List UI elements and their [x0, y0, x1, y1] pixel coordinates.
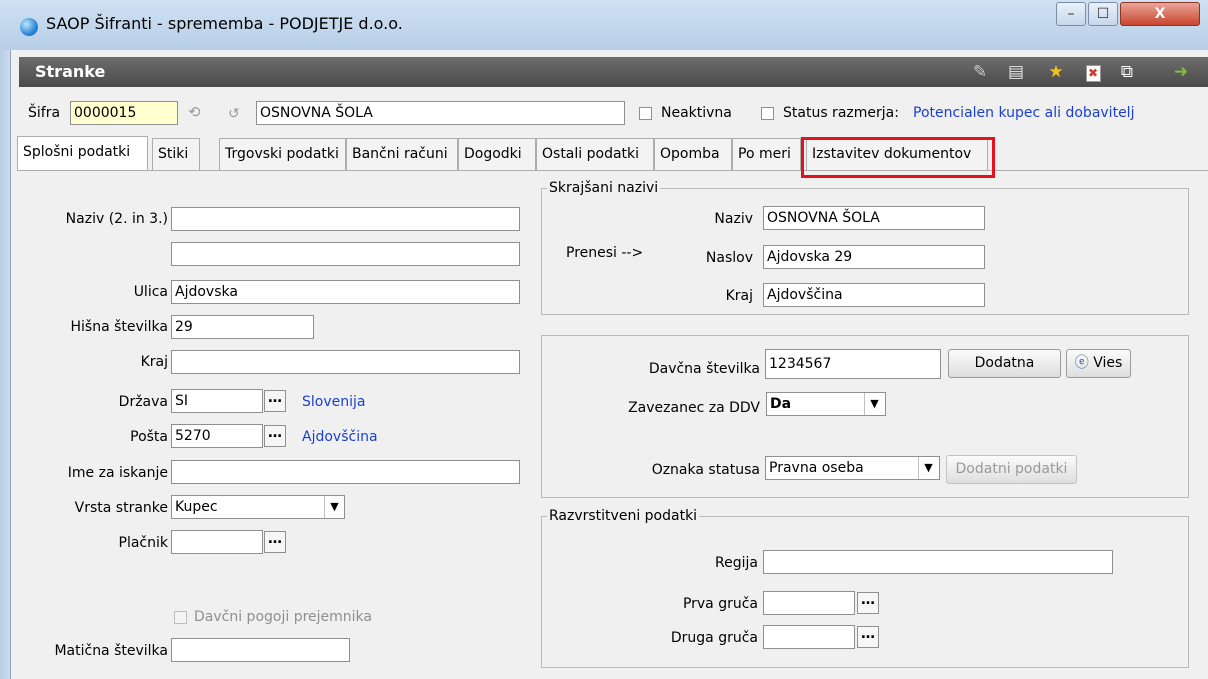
- oznaka-statusa-value: Pravna oseba: [769, 460, 864, 476]
- vies-label: Vies: [1093, 355, 1123, 371]
- placnik-label: Plačnik: [118, 535, 168, 551]
- sifra-input[interactable]: 0000015: [70, 101, 178, 125]
- skrajsani-naslov-input[interactable]: Ajdovska 29: [763, 245, 985, 269]
- ime-za-iskanje-input[interactable]: [171, 460, 520, 484]
- internet-explorer-icon: ⓔ: [1074, 355, 1089, 371]
- ulica-input[interactable]: Ajdovska: [171, 280, 520, 304]
- placnik-input[interactable]: [171, 530, 263, 554]
- ime-za-iskanje-label: Ime za iskanje: [67, 465, 168, 481]
- star-icon[interactable]: ★: [1045, 61, 1067, 83]
- tab-opomba[interactable]: Opomba: [654, 138, 732, 170]
- druga-gruca-lookup-button[interactable]: …: [857, 626, 879, 648]
- razvrstitveni-podatki-title: Razvrstitveni podatki: [547, 508, 700, 524]
- regija-input[interactable]: [763, 550, 1113, 574]
- close-button[interactable]: X: [1120, 2, 1200, 26]
- table-icon[interactable]: ▤: [1005, 61, 1027, 83]
- posta-name-link[interactable]: Ajdovščina: [302, 429, 378, 445]
- druga-gruca-input[interactable]: [763, 625, 855, 649]
- dodatna-button[interactable]: Dodatna: [948, 349, 1061, 378]
- naziv-label: Naziv (2. in 3.): [65, 211, 168, 227]
- dodatni-podatki-button[interactable]: Dodatni podatki: [946, 455, 1077, 484]
- tab-dogodki[interactable]: Dogodki: [458, 138, 536, 170]
- vrsta-stranke-label: Vrsta stranke: [74, 500, 168, 516]
- maticna-stevilka-input[interactable]: [171, 638, 350, 662]
- tab-bancni-racuni[interactable]: Bančni računi: [346, 138, 458, 170]
- ulica-label: Ulica: [133, 284, 168, 300]
- oznaka-statusa-label: Oznaka statusa: [651, 462, 760, 478]
- page-title: Stranke: [35, 62, 106, 81]
- skrajsani-kraj-input[interactable]: Ajdovščina: [763, 283, 985, 307]
- drzava-name-link[interactable]: Slovenija: [302, 394, 365, 410]
- chevron-down-icon[interactable]: ▼: [864, 393, 884, 415]
- davcni-pogoji-label: Davčni pogoji prejemnika: [194, 609, 372, 625]
- tab-ostali-podatki[interactable]: Ostali podatki: [536, 138, 654, 170]
- posta-input[interactable]: 5270: [171, 424, 263, 448]
- window-title: SAOP Šifranti - sprememba - PODJETJE d.o…: [46, 14, 403, 33]
- skrajsani-nazivi-title: Skrajšani nazivi: [547, 180, 661, 196]
- prenesi-button[interactable]: Prenesi -->: [566, 245, 643, 261]
- regija-label: Regija: [715, 555, 758, 571]
- naziv-input-1[interactable]: [171, 207, 520, 231]
- minimize-button[interactable]: –: [1056, 2, 1086, 26]
- status-razmerja-value[interactable]: Potencialen kupec ali dobavitelj: [913, 105, 1134, 121]
- delete-icon[interactable]: ✖: [1082, 61, 1104, 83]
- zavezanec-value: Da: [770, 396, 792, 412]
- exit-icon[interactable]: ➜: [1170, 61, 1192, 83]
- drzava-input[interactable]: SI: [171, 389, 263, 413]
- davcna-stevilka-label: Davčna številka: [648, 361, 760, 377]
- placnik-lookup-button[interactable]: …: [264, 531, 286, 553]
- chevron-down-icon[interactable]: ▼: [918, 457, 938, 479]
- posta-lookup-button[interactable]: …: [264, 425, 286, 447]
- drzava-lookup-button[interactable]: …: [264, 390, 286, 412]
- prva-gruca-label: Prva gruča: [682, 596, 758, 612]
- edit-icon[interactable]: ✎: [969, 61, 991, 83]
- skrajsani-naziv-label: Naziv: [714, 211, 753, 227]
- kraj-input[interactable]: [171, 350, 520, 374]
- vrsta-stranke-value: Kupec: [175, 499, 218, 515]
- prva-gruca-input[interactable]: [763, 591, 855, 615]
- davcni-pogoji-checkbox[interactable]: [174, 611, 187, 624]
- refresh-icon[interactable]: ⟲: [188, 103, 206, 123]
- druga-gruca-label: Druga gruča: [670, 630, 758, 646]
- copy-icon[interactable]: ⧉: [1116, 61, 1138, 83]
- drzava-label: Država: [118, 394, 168, 410]
- zavezanec-label: Zavezanec za DDV: [628, 400, 760, 416]
- skrajsani-naziv-input[interactable]: OSNOVNA ŠOLA: [763, 206, 985, 230]
- app-icon: [20, 18, 38, 36]
- hisna-stevilka-input[interactable]: 29: [171, 315, 314, 339]
- neaktivna-checkbox[interactable]: [639, 107, 652, 120]
- highlight-box: [801, 137, 995, 178]
- vies-button[interactable]: ⓔ Vies: [1066, 349, 1131, 378]
- skrajsani-kraj-label: Kraj: [725, 288, 753, 304]
- prva-gruca-lookup-button[interactable]: …: [857, 592, 879, 614]
- header-bar: [19, 57, 1208, 87]
- kraj-label: Kraj: [140, 354, 168, 370]
- hisna-stevilka-label: Hišna številka: [70, 319, 168, 335]
- tab-splosni-podatki[interactable]: Splošni podatki: [17, 136, 148, 170]
- sifra-label: Šifra: [28, 105, 61, 121]
- posta-label: Pošta: [130, 429, 168, 445]
- tab-po-meri[interactable]: Po meri: [732, 138, 801, 170]
- undo-icon[interactable]: ↺: [228, 106, 246, 124]
- status-razmerja-label: Status razmerja:: [783, 105, 899, 121]
- maximize-button[interactable]: ☐: [1088, 2, 1118, 26]
- vrsta-stranke-select[interactable]: Kupec: [171, 495, 345, 519]
- skrajsani-naslov-label: Naslov: [705, 250, 753, 266]
- tab-trgovski-podatki[interactable]: Trgovski podatki: [219, 138, 346, 170]
- window-border: [0, 50, 10, 679]
- name-input[interactable]: OSNOVNA ŠOLA: [256, 101, 625, 125]
- neaktivna-label: Neaktivna: [661, 105, 732, 121]
- naziv-input-2[interactable]: [171, 242, 520, 266]
- oznaka-statusa-select[interactable]: Pravna oseba: [765, 456, 940, 480]
- davcna-stevilka-input[interactable]: 1234567: [765, 349, 941, 379]
- maticna-stevilka-label: Matična številka: [54, 643, 168, 659]
- status-razmerja-checkbox[interactable]: [761, 107, 774, 120]
- tab-stiki[interactable]: Stiki: [152, 138, 200, 170]
- tab-divider: [17, 170, 1208, 171]
- chevron-down-icon[interactable]: ▼: [324, 496, 344, 518]
